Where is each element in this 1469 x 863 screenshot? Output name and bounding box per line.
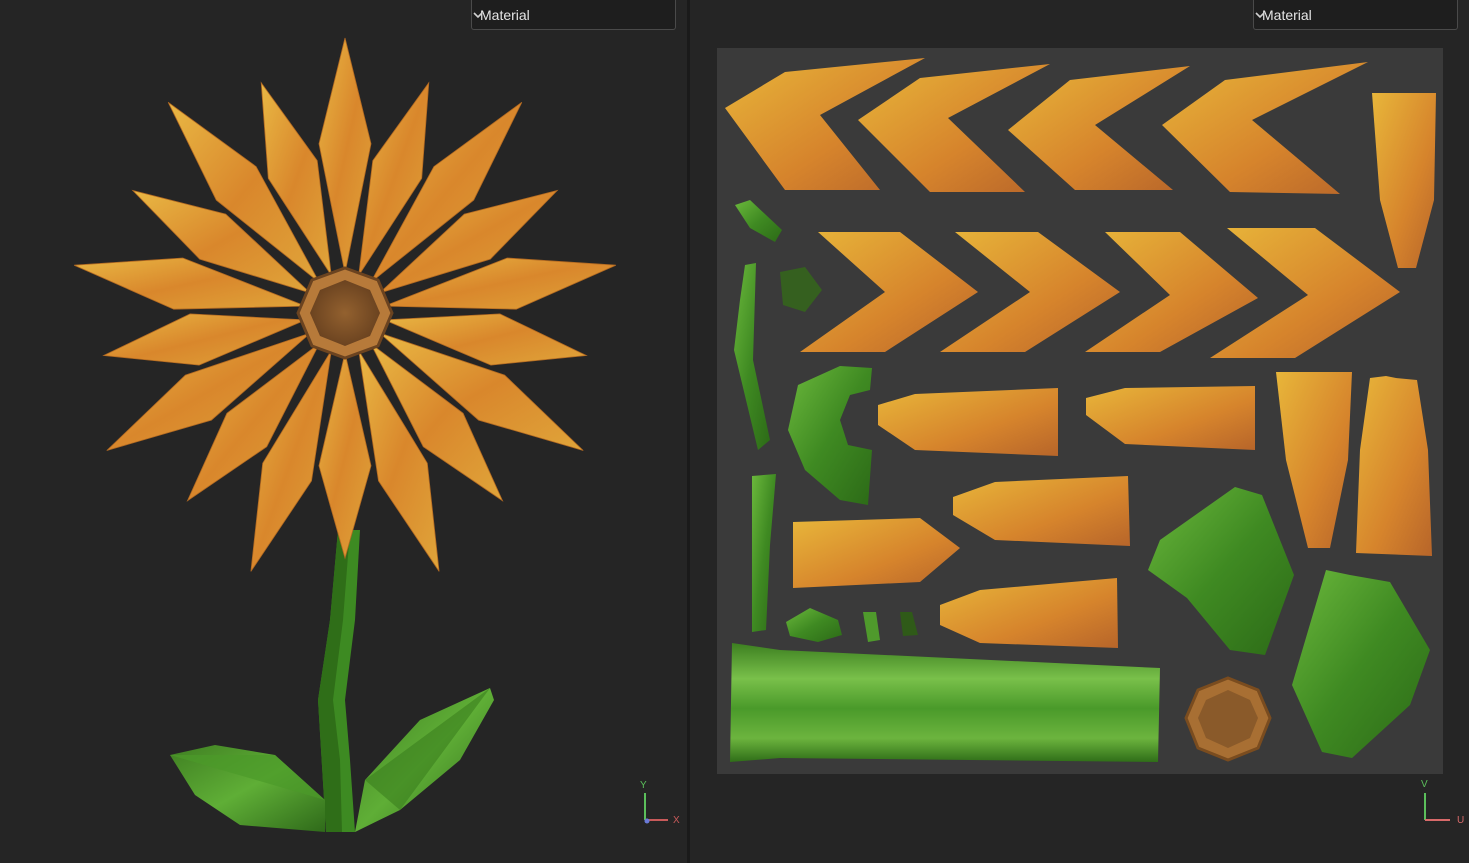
u-axis-label: U [1457,815,1464,826]
chevron-down-icon [1255,12,1265,19]
axis-gizmo-3d: Y X [640,780,680,826]
chevron-down-icon [473,12,483,19]
uv-petal-tall-3 [1356,376,1432,556]
axis-gizmo-uv: V U [1421,779,1464,826]
material-dropdown-3d[interactable]: Material [471,0,676,30]
viewport-3d-panel[interactable]: Y X Material [0,0,687,863]
leaf-right [355,688,494,832]
material-dropdown-uv[interactable]: Material [1253,0,1458,30]
petal [318,352,372,560]
flower-3d-model: Y X [74,37,680,832]
uv-layout: V U [717,48,1464,826]
v-axis-label: V [1421,779,1428,790]
uv-editor-panel[interactable]: V U Material [690,0,1469,863]
stem [318,530,360,832]
x-axis-label: X [673,815,680,826]
leaf-left [170,745,325,832]
dropdown-label: Material [480,7,530,23]
dropdown-label: Material [1262,7,1312,23]
y-axis-label: Y [640,780,647,791]
